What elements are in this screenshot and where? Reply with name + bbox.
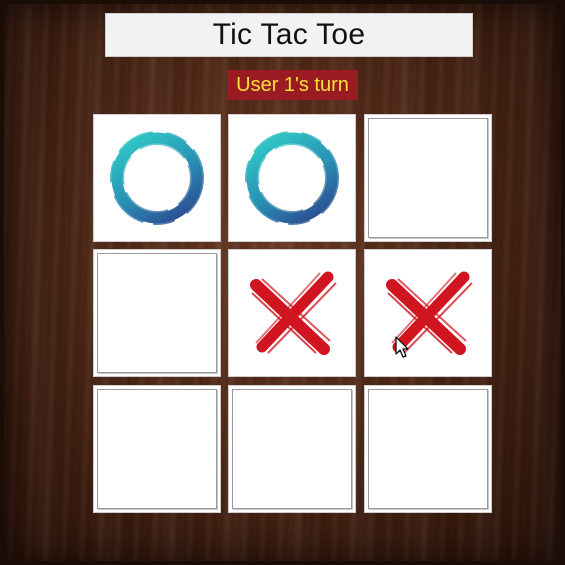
board-cell-2-1[interactable] xyxy=(228,385,356,513)
circle-brush-icon xyxy=(110,131,204,225)
board-cell-2-0[interactable] xyxy=(93,385,221,513)
board-cell-0-2[interactable] xyxy=(364,114,492,242)
board-cell-1-2[interactable] xyxy=(364,249,492,377)
cross-brush-icon xyxy=(386,271,473,355)
board-cell-0-0[interactable] xyxy=(93,114,221,242)
game-title: Tic Tac Toe xyxy=(105,13,473,57)
turn-status: User 1's turn xyxy=(227,70,358,100)
board-cell-0-1[interactable] xyxy=(228,114,356,242)
circle-brush-icon xyxy=(245,131,339,225)
board-cell-1-1[interactable] xyxy=(228,249,356,377)
board-cell-1-0[interactable] xyxy=(93,249,221,377)
cross-brush-icon xyxy=(250,271,337,355)
board-cell-2-2[interactable] xyxy=(364,385,492,513)
game-board xyxy=(93,114,493,514)
